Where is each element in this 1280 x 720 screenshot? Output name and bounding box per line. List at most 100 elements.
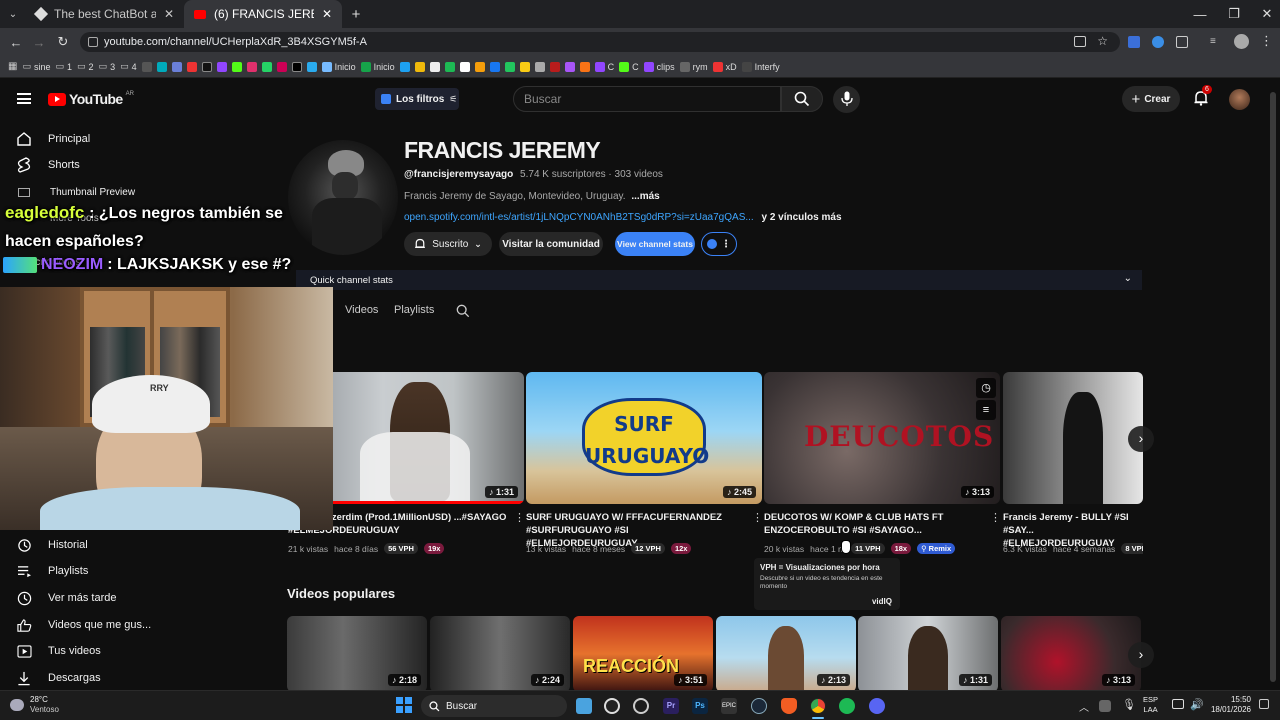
premiere-icon[interactable]: Pr [663,698,679,714]
vph-badge[interactable]: 8 VPH [1121,543,1143,554]
popular-video-thumbnail[interactable]: ♪ 2:24 [430,616,570,692]
bookmark-icon[interactable] [186,61,197,72]
bookmark-icon[interactable] [216,61,227,72]
sidebar-item-downloads[interactable]: Descargas [0,665,200,691]
install-icon[interactable] [1074,36,1086,47]
video-thumbnail[interactable]: SURF URUGUAYO ♪ 2:45 [526,372,762,504]
photoshop-icon[interactable]: Ps [692,698,708,714]
sidebar-item-home[interactable]: Principal [0,126,200,152]
bookmark-icon[interactable] [549,61,560,72]
apps-grid-icon[interactable]: ▦ [8,61,17,72]
vph-badge[interactable]: 12 VPH [631,543,665,554]
new-tab-button[interactable]: + [346,6,366,23]
carousel-next-button[interactable]: › [1128,642,1154,668]
reload-icon[interactable]: ↻ [55,34,71,50]
sidebar-item-liked-videos[interactable]: Videos que me gus... [0,612,200,638]
microphone-icon[interactable]: 🎙 [1122,698,1136,711]
bookmark-icon[interactable] [444,61,455,72]
forward-arrow-icon[interactable]: → [31,34,47,50]
bookmark-icon[interactable] [474,61,485,72]
bookmark-icon[interactable] [246,61,257,72]
search-button[interactable] [781,86,823,112]
bookmark-icon[interactable] [291,61,302,72]
bookmark-item[interactable]: xD [712,61,737,72]
bookmark-item[interactable]: Interfy [741,61,780,72]
sidebar-item-playlists[interactable]: Playlists [0,558,200,584]
filters-button[interactable]: Los filtros ⚟ [375,88,459,110]
create-button[interactable]: + Crear [1122,86,1180,112]
bookmark-icon[interactable] [564,61,575,72]
subscribed-button[interactable]: Suscrito ⌄ [404,232,492,256]
language-indicator[interactable]: ESP LAA [1143,695,1158,715]
watch-later-icon[interactable]: ◷ [976,378,996,398]
volume-icon[interactable]: 🔊 [1190,698,1204,711]
quick-channel-stats-bar[interactable]: Quick channel stats ⌄ [296,270,1142,290]
maximize-button[interactable]: ❐ [1217,0,1251,28]
sidebar-item-history[interactable]: Historial [0,532,200,558]
view-channel-stats-button[interactable]: View channel stats [615,232,695,256]
bookmark-icon[interactable] [306,61,317,72]
taskbar-search[interactable]: Buscar [421,695,567,717]
visit-community-button[interactable]: Visitar la comunidad [499,232,603,256]
hamburger-menu-icon[interactable] [17,93,31,104]
task-view-icon[interactable] [576,698,592,714]
video-title[interactable]: DEUCOTOS W/ KOMP & CLUB HATS FT ENZOCERO… [764,511,986,537]
popular-video-thumbnail[interactable]: REACCIÓN ♪ 3:51 [573,616,713,692]
search-input[interactable]: Buscar [513,86,781,112]
video-thumbnail[interactable]: DEUCOTOS ◷ ≡ ♪ 3:13 [764,372,1000,504]
minimize-button[interactable]: — [1183,0,1217,28]
bookmark-folder[interactable]: ▭ 2 [77,61,94,72]
sidebar-item-shorts[interactable]: Shorts [0,152,200,178]
more-links-link[interactable]: y 2 vínculos más [761,212,841,223]
app-icon[interactable] [633,698,649,714]
tab-playlists[interactable]: Playlists [394,304,434,316]
bookmark-item[interactable]: C [619,61,639,72]
wifi-icon[interactable] [1172,699,1184,709]
close-icon[interactable]: ✕ [322,7,332,21]
remix-badge[interactable]: ⚲ Remix [917,543,956,554]
chrome-icon[interactable] [810,698,826,714]
bookmark-folder[interactable]: ▭ 1 [55,61,72,72]
sidebar-item-watch-later[interactable]: Ver más tarde [0,585,200,611]
vph-badge[interactable]: 11 VPH [851,543,885,554]
bookmark-icon[interactable] [156,61,167,72]
tray-app-icon[interactable] [1099,700,1111,712]
address-bar[interactable]: youtube.com/channel/UCHerplaXdR_3B4XSGYM… [80,32,1120,52]
popular-video-thumbnail[interactable]: ♪ 1:31 [858,616,998,692]
spotify-link[interactable]: open.spotify.com/intl-es/artist/1jLNQpCY… [404,212,754,223]
bookmark-folder[interactable]: ▭ sine [22,61,50,72]
puzzle-icon[interactable] [1176,36,1188,48]
bookmark-item[interactable]: C [594,61,614,72]
bookmark-folder[interactable]: ▭ 3 [99,61,116,72]
add-to-queue-icon[interactable]: ≡ [976,400,996,420]
bookmark-item[interactable]: Inicio [321,61,356,72]
vidiq-menu-button[interactable]: ⋮ [701,232,737,256]
bookmark-item[interactable]: Inicio [360,61,395,72]
page-scrollbar[interactable] [1270,92,1276,682]
more-link[interactable]: ...más [631,191,659,202]
tab-videos[interactable]: Videos [345,304,378,316]
tab-chatbot[interactable]: The best ChatBot and Widgets f ✕ [26,0,184,28]
extension-icon[interactable] [1128,36,1140,48]
video-menu-icon[interactable]: ⋮ [990,511,1001,524]
tray-chevron-icon[interactable]: ︿ [1079,699,1089,714]
voice-search-button[interactable] [833,86,860,113]
back-arrow-icon[interactable]: ← [8,34,24,50]
system-clock[interactable]: 15:50 18/01/2026 [1205,695,1251,715]
bookmark-icon[interactable] [429,61,440,72]
bookmark-item[interactable]: rym [679,61,708,72]
account-avatar[interactable] [1229,89,1250,110]
video-menu-icon[interactable]: ⋮ [752,511,763,524]
bookmark-icon[interactable] [489,61,500,72]
sidebar-item-your-videos[interactable]: Tus videos [0,638,200,664]
profile-avatar[interactable] [1234,34,1249,49]
bookmark-icon[interactable] [141,61,152,72]
bookmark-icon[interactable] [399,61,410,72]
bookmark-icon[interactable] [261,61,272,72]
menu-dots-icon[interactable]: ⋮ [1260,33,1273,49]
close-window-button[interactable]: ✕ [1250,0,1280,28]
video-thumbnail[interactable] [1003,372,1143,504]
weather-widget[interactable]: 28°C Ventoso [10,695,59,715]
windows-start-icon[interactable] [396,697,412,713]
brave-icon[interactable] [781,698,797,714]
